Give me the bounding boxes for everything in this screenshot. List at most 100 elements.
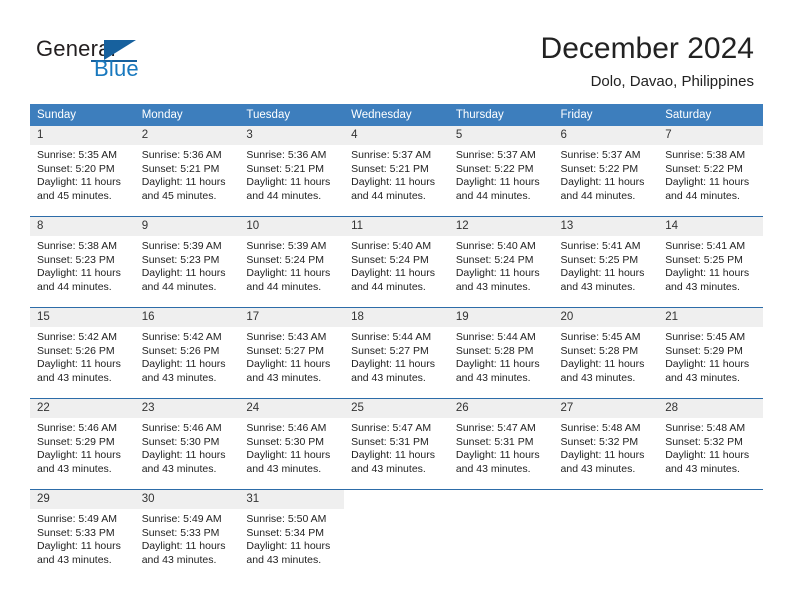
calendar-day-cell[interactable]: 18 Sunrise: 5:44 AM Sunset: 5:27 PM Dayligh… [344, 307, 449, 399]
sunset-text: Sunset: 5:25 PM [665, 253, 743, 266]
calendar-day-cell[interactable]: 4 Sunrise: 5:37 AM Sunset: 5:21 PM Daylight… [344, 126, 449, 217]
sunset-text: Sunset: 5:27 PM [246, 344, 325, 357]
daylight-text-line2: and 43 minutes. [455, 371, 531, 384]
calendar-cell-empty [448, 489, 554, 580]
calendar-day-cell[interactable]: 23 Sunrise: 5:46 AM Sunset: 5:30 PM Dayligh… [134, 398, 240, 490]
day-number: 10 [239, 217, 345, 236]
daylight-text-line2: and 43 minutes. [560, 371, 636, 384]
sunrise-text: Sunrise: 5:39 AM [141, 240, 222, 252]
calendar-day-cell[interactable]: 24 Sunrise: 5:46 AM Sunset: 5:30 PM Dayligh… [239, 398, 345, 490]
calendar-day-cell[interactable]: 21 Sunrise: 5:45 AM Sunset: 5:29 PM Dayligh… [658, 307, 763, 399]
day-details: Sunrise: 5:40 AM Sunset: 5:24 PM Daylight:… [344, 236, 449, 294]
calendar-day-cell[interactable]: 9 Sunrise: 5:39 AM Sunset: 5:23 PM Daylight… [134, 216, 240, 308]
calendar-day-cell[interactable]: 14 Sunrise: 5:41 AM Sunset: 5:25 PM Dayligh… [658, 216, 763, 308]
daylight-text-line2: and 44 minutes. [560, 189, 636, 202]
day-details: Sunrise: 5:44 AM Sunset: 5:28 PM Daylight:… [449, 327, 554, 385]
daylight-text-line1: Daylight: 11 hours [37, 358, 121, 371]
day-cell-inner: 17 Sunrise: 5:43 AM Sunset: 5:27 PM Dayligh… [239, 308, 345, 398]
calendar-day-cell[interactable]: 28 Sunrise: 5:48 AM Sunset: 5:32 PM Dayligh… [658, 398, 763, 490]
day-details: Sunrise: 5:42 AM Sunset: 5:26 PM Daylight:… [30, 327, 135, 385]
daylight-text-line1: Daylight: 11 hours [141, 176, 226, 189]
daylight-text-line1: Daylight: 11 hours [37, 449, 121, 462]
day-details: Sunrise: 5:37 AM Sunset: 5:22 PM Daylight:… [554, 145, 659, 203]
calendar-day-cell[interactable]: 3 Sunrise: 5:36 AM Sunset: 5:21 PM Daylight… [239, 126, 345, 217]
calendar-day-cell[interactable]: 29 Sunrise: 5:49 AM Sunset: 5:33 PM Dayligh… [30, 489, 135, 580]
calendar-day-cell[interactable]: 27 Sunrise: 5:48 AM Sunset: 5:32 PM Dayligh… [553, 398, 659, 490]
calendar-day-cell[interactable]: 15 Sunrise: 5:42 AM Sunset: 5:26 PM Dayligh… [30, 307, 135, 399]
calendar-day-cell[interactable]: 17 Sunrise: 5:43 AM Sunset: 5:27 PM Dayligh… [239, 307, 345, 399]
general-blue-logo[interactable]: General Blue [36, 36, 216, 88]
sunset-text: Sunset: 5:33 PM [141, 526, 220, 539]
day-details: Sunrise: 5:45 AM Sunset: 5:28 PM Daylight:… [554, 327, 659, 385]
calendar-day-cell[interactable]: 20 Sunrise: 5:45 AM Sunset: 5:28 PM Dayligh… [553, 307, 659, 399]
daylight-text-line2: and 43 minutes. [455, 462, 531, 475]
sunset-text: Sunset: 5:20 PM [37, 162, 115, 175]
daylight-text-line2: and 43 minutes. [37, 462, 112, 475]
weekday-header-monday: Monday [134, 104, 240, 126]
day-details: Sunrise: 5:40 AM Sunset: 5:24 PM Daylight:… [449, 236, 554, 294]
daylight-text-line2: and 43 minutes. [665, 462, 740, 475]
daylight-text-line1: Daylight: 11 hours [455, 449, 540, 462]
calendar-day-cell[interactable]: 25 Sunrise: 5:47 AM Sunset: 5:31 PM Dayligh… [344, 398, 449, 490]
day-number: 25 [344, 399, 449, 418]
calendar-day-cell[interactable]: 16 Sunrise: 5:42 AM Sunset: 5:26 PM Dayligh… [134, 307, 240, 399]
sunrise-text: Sunrise: 5:38 AM [665, 149, 746, 161]
daylight-text-line1: Daylight: 11 hours [455, 267, 540, 280]
daylight-text-line1: Daylight: 11 hours [141, 540, 226, 553]
day-number: 4 [344, 126, 449, 145]
daylight-text-line1: Daylight: 11 hours [351, 358, 435, 371]
calendar-day-cell[interactable]: 10 Sunrise: 5:39 AM Sunset: 5:24 PM Dayligh… [239, 216, 345, 308]
day-number: 31 [239, 490, 345, 509]
day-cell-inner: 28 Sunrise: 5:48 AM Sunset: 5:32 PM Dayligh… [658, 399, 763, 489]
calendar-day-cell[interactable]: 11 Sunrise: 5:40 AM Sunset: 5:24 PM Dayligh… [344, 216, 449, 308]
day-details: Sunrise: 5:47 AM Sunset: 5:31 PM Daylight:… [449, 418, 554, 476]
sunrise-text: Sunrise: 5:42 AM [37, 331, 117, 343]
calendar-day-cell[interactable]: 8 Sunrise: 5:38 AM Sunset: 5:23 PM Daylight… [30, 216, 135, 308]
calendar-day-cell[interactable]: 7 Sunrise: 5:38 AM Sunset: 5:22 PM Daylight… [658, 126, 763, 217]
calendar-day-cell[interactable]: 22 Sunrise: 5:46 AM Sunset: 5:29 PM Dayligh… [30, 398, 135, 490]
day-number: 20 [553, 308, 659, 327]
daylight-text-line2: and 43 minutes. [141, 553, 217, 566]
calendar-day-cell[interactable]: 1 Sunrise: 5:35 AM Sunset: 5:20 PM Daylight… [30, 126, 135, 217]
calendar-day-cell[interactable]: 5 Sunrise: 5:37 AM Sunset: 5:22 PM Daylight… [448, 126, 554, 217]
daylight-text-line1: Daylight: 11 hours [455, 358, 540, 371]
weekday-header-wednesday: Wednesday [344, 104, 449, 126]
weekday-header-saturday: Saturday [658, 104, 763, 126]
day-cell-inner: 19 Sunrise: 5:44 AM Sunset: 5:28 PM Dayligh… [448, 308, 554, 398]
day-number: 1 [30, 126, 135, 145]
calendar-day-cell[interactable]: 30 Sunrise: 5:49 AM Sunset: 5:33 PM Dayligh… [134, 489, 240, 580]
calendar-day-cell[interactable]: 26 Sunrise: 5:47 AM Sunset: 5:31 PM Dayligh… [448, 398, 554, 490]
calendar-day-cell[interactable]: 6 Sunrise: 5:37 AM Sunset: 5:22 PM Daylight… [553, 126, 659, 217]
day-number: 7 [658, 126, 763, 145]
calendar-day-cell[interactable]: 13 Sunrise: 5:41 AM Sunset: 5:25 PM Dayligh… [553, 216, 659, 308]
day-cell-inner: 22 Sunrise: 5:46 AM Sunset: 5:29 PM Dayligh… [30, 399, 135, 489]
day-details: Sunrise: 5:47 AM Sunset: 5:31 PM Daylight:… [344, 418, 449, 476]
sunrise-text: Sunrise: 5:48 AM [560, 422, 641, 434]
day-number: 6 [553, 126, 659, 145]
calendar-cell-empty [658, 489, 763, 580]
day-cell-inner: 8 Sunrise: 5:38 AM Sunset: 5:23 PM Daylight… [30, 217, 135, 307]
sunset-text: Sunset: 5:28 PM [455, 344, 534, 357]
sunset-text: Sunset: 5:21 PM [246, 162, 325, 175]
day-details: Sunrise: 5:35 AM Sunset: 5:20 PM Daylight:… [30, 145, 135, 203]
day-number: 19 [448, 308, 554, 327]
day-details: Sunrise: 5:36 AM Sunset: 5:21 PM Daylight:… [239, 145, 344, 203]
sunset-text: Sunset: 5:31 PM [455, 435, 534, 448]
daylight-text-line1: Daylight: 11 hours [665, 176, 750, 189]
day-number: 15 [30, 308, 135, 327]
sunset-text: Sunset: 5:25 PM [560, 253, 639, 266]
sunrise-text: Sunrise: 5:41 AM [560, 240, 641, 252]
calendar-day-cell[interactable]: 12 Sunrise: 5:40 AM Sunset: 5:24 PM Dayligh… [448, 216, 554, 308]
calendar-day-cell[interactable]: 19 Sunrise: 5:44 AM Sunset: 5:28 PM Dayligh… [448, 307, 554, 399]
weekday-header-friday: Friday [553, 104, 659, 126]
daylight-text-line2: and 43 minutes. [246, 553, 322, 566]
day-number: 21 [658, 308, 763, 327]
sunset-text: Sunset: 5:28 PM [560, 344, 639, 357]
day-cell-inner: 24 Sunrise: 5:46 AM Sunset: 5:30 PM Dayligh… [239, 399, 345, 489]
sunrise-text: Sunrise: 5:46 AM [246, 422, 327, 434]
day-number: 24 [239, 399, 345, 418]
day-cell-inner: 20 Sunrise: 5:45 AM Sunset: 5:28 PM Dayligh… [553, 308, 659, 398]
weekday-header-sunday: Sunday [30, 104, 135, 126]
calendar-day-cell[interactable]: 31 Sunrise: 5:50 AM Sunset: 5:34 PM Dayligh… [239, 489, 345, 580]
calendar-day-cell[interactable]: 2 Sunrise: 5:36 AM Sunset: 5:21 PM Daylight… [134, 126, 240, 217]
